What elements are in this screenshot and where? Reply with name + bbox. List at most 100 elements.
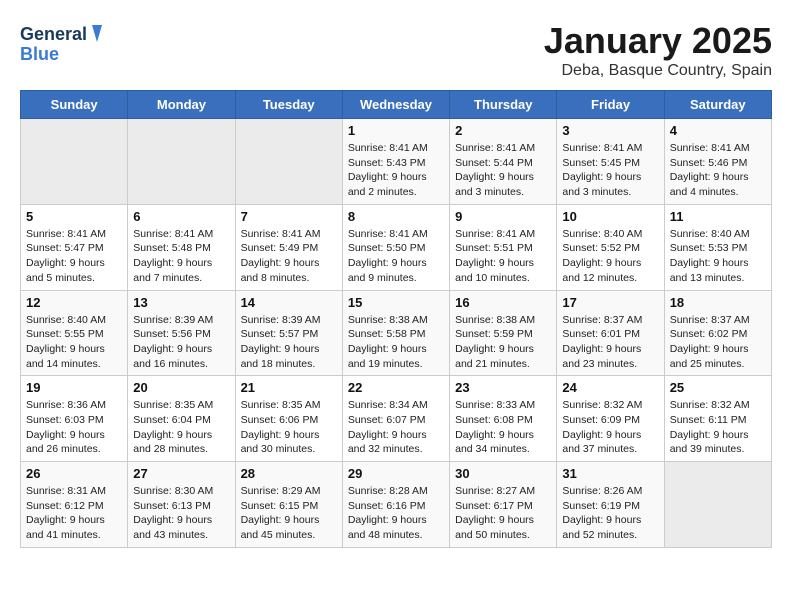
day-number: 20 — [133, 380, 229, 395]
calendar-cell: 19 Sunrise: 8:36 AM Sunset: 6:03 PM Dayli… — [21, 376, 128, 462]
calendar-cell: 3Sunrise: 8:41 AM Sunset: 5:45 PM Daylig… — [557, 119, 664, 205]
day-number: 30 — [455, 466, 551, 481]
calendar-cell: 7 Sunrise: 8:41 AM Sunset: 5:49 PM Daylig… — [235, 204, 342, 290]
day-number: 7 — [241, 209, 337, 224]
day-info: Sunrise: 8:26 AM Sunset: 6:19 PM Dayligh… — [562, 484, 658, 543]
day-number: 13 — [133, 295, 229, 310]
day-number: 9 — [455, 209, 551, 224]
day-number: 12 — [26, 295, 122, 310]
day-info: Sunrise: 8:37 AM Sunset: 6:01 PM Dayligh… — [562, 313, 658, 372]
day-info: Sunrise: 8:40 AM Sunset: 5:55 PM Dayligh… — [26, 313, 122, 372]
day-info: Sunrise: 8:41 AM Sunset: 5:50 PM Dayligh… — [348, 227, 444, 286]
day-number: 25 — [670, 380, 766, 395]
calendar-cell: 13 Sunrise: 8:39 AM Sunset: 5:56 PM Dayli… — [128, 290, 235, 376]
svg-text:General: General — [20, 24, 87, 44]
day-info: Sunrise: 8:41 AM Sunset: 5:45 PM Dayligh… — [562, 141, 658, 200]
day-number: 6 — [133, 209, 229, 224]
day-header-wednesday: Wednesday — [342, 91, 449, 119]
day-number: 14 — [241, 295, 337, 310]
calendar-cell: 6 Sunrise: 8:41 AM Sunset: 5:48 PM Daylig… — [128, 204, 235, 290]
day-info: Sunrise: 8:37 AM Sunset: 6:02 PM Dayligh… — [670, 313, 766, 372]
calendar-cell: 15 Sunrise: 8:38 AM Sunset: 5:58 PM Dayli… — [342, 290, 449, 376]
calendar-cell: 27Sunrise: 8:30 AM Sunset: 6:13 PM Dayli… — [128, 462, 235, 548]
day-number: 17 — [562, 295, 658, 310]
calendar-cell: 4 Sunrise: 8:41 AM Sunset: 5:46 PM Daylig… — [664, 119, 771, 205]
logo-svg: GeneralBlue — [20, 20, 110, 64]
day-info: Sunrise: 8:30 AM Sunset: 6:13 PM Dayligh… — [133, 484, 229, 543]
day-number: 31 — [562, 466, 658, 481]
day-info: Sunrise: 8:28 AM Sunset: 6:16 PM Dayligh… — [348, 484, 444, 543]
day-number: 26 — [26, 466, 122, 481]
day-header-tuesday: Tuesday — [235, 91, 342, 119]
calendar-cell — [21, 119, 128, 205]
day-info: Sunrise: 8:39 AM Sunset: 5:57 PM Dayligh… — [241, 313, 337, 372]
day-header-sunday: Sunday — [21, 91, 128, 119]
day-info: Sunrise: 8:38 AM Sunset: 5:58 PM Dayligh… — [348, 313, 444, 372]
day-info: Sunrise: 8:41 AM Sunset: 5:46 PM Dayligh… — [670, 141, 766, 200]
calendar-cell: 28Sunrise: 8:29 AM Sunset: 6:15 PM Dayli… — [235, 462, 342, 548]
day-info: Sunrise: 8:31 AM Sunset: 6:12 PM Dayligh… — [26, 484, 122, 543]
day-info: Sunrise: 8:27 AM Sunset: 6:17 PM Dayligh… — [455, 484, 551, 543]
day-number: 8 — [348, 209, 444, 224]
calendar-cell: 31 Sunrise: 8:26 AM Sunset: 6:19 PM Dayli… — [557, 462, 664, 548]
logo: GeneralBlue — [20, 20, 110, 64]
day-header-monday: Monday — [128, 91, 235, 119]
calendar-table: SundayMondayTuesdayWednesdayThursdayFrid… — [20, 90, 772, 548]
day-info: Sunrise: 8:32 AM Sunset: 6:09 PM Dayligh… — [562, 398, 658, 457]
svg-text:Blue: Blue — [20, 44, 59, 64]
day-info: Sunrise: 8:32 AM Sunset: 6:11 PM Dayligh… — [670, 398, 766, 457]
calendar-cell: 10 Sunrise: 8:40 AM Sunset: 5:52 PM Dayli… — [557, 204, 664, 290]
day-info: Sunrise: 8:36 AM Sunset: 6:03 PM Dayligh… — [26, 398, 122, 457]
calendar-cell: 22Sunrise: 8:34 AM Sunset: 6:07 PM Dayli… — [342, 376, 449, 462]
week-row-3: 12 Sunrise: 8:40 AM Sunset: 5:55 PM Dayli… — [21, 290, 772, 376]
calendar-cell: 8 Sunrise: 8:41 AM Sunset: 5:50 PM Daylig… — [342, 204, 449, 290]
calendar-cell: 14 Sunrise: 8:39 AM Sunset: 5:57 PM Dayli… — [235, 290, 342, 376]
day-header-saturday: Saturday — [664, 91, 771, 119]
day-info: Sunrise: 8:41 AM Sunset: 5:49 PM Dayligh… — [241, 227, 337, 286]
day-header-friday: Friday — [557, 91, 664, 119]
calendar-cell: 25 Sunrise: 8:32 AM Sunset: 6:11 PM Dayli… — [664, 376, 771, 462]
day-number: 29 — [348, 466, 444, 481]
calendar-cell: 26 Sunrise: 8:31 AM Sunset: 6:12 PM Dayli… — [21, 462, 128, 548]
week-row-1: 1Sunrise: 8:41 AM Sunset: 5:43 PM Daylig… — [21, 119, 772, 205]
day-number: 28 — [241, 466, 337, 481]
calendar-cell: 29 Sunrise: 8:28 AM Sunset: 6:16 PM Dayli… — [342, 462, 449, 548]
day-number: 23 — [455, 380, 551, 395]
day-info: Sunrise: 8:41 AM Sunset: 5:47 PM Dayligh… — [26, 227, 122, 286]
day-number: 2 — [455, 123, 551, 138]
calendar-cell: 23 Sunrise: 8:33 AM Sunset: 6:08 PM Dayli… — [450, 376, 557, 462]
week-row-2: 5 Sunrise: 8:41 AM Sunset: 5:47 PM Daylig… — [21, 204, 772, 290]
day-info: Sunrise: 8:35 AM Sunset: 6:06 PM Dayligh… — [241, 398, 337, 457]
day-number: 19 — [26, 380, 122, 395]
week-row-5: 26 Sunrise: 8:31 AM Sunset: 6:12 PM Dayli… — [21, 462, 772, 548]
day-info: Sunrise: 8:33 AM Sunset: 6:08 PM Dayligh… — [455, 398, 551, 457]
calendar-cell: 21Sunrise: 8:35 AM Sunset: 6:06 PM Dayli… — [235, 376, 342, 462]
week-row-4: 19 Sunrise: 8:36 AM Sunset: 6:03 PM Dayli… — [21, 376, 772, 462]
day-number: 5 — [26, 209, 122, 224]
day-number: 4 — [670, 123, 766, 138]
calendar-cell: 2 Sunrise: 8:41 AM Sunset: 5:44 PM Daylig… — [450, 119, 557, 205]
day-info: Sunrise: 8:38 AM Sunset: 5:59 PM Dayligh… — [455, 313, 551, 372]
day-info: Sunrise: 8:40 AM Sunset: 5:52 PM Dayligh… — [562, 227, 658, 286]
calendar-cell — [235, 119, 342, 205]
day-number: 18 — [670, 295, 766, 310]
calendar-title: January 2025 — [544, 20, 772, 62]
day-number: 1 — [348, 123, 444, 138]
calendar-subtitle: Deba, Basque Country, Spain — [544, 62, 772, 80]
calendar-cell: 24Sunrise: 8:32 AM Sunset: 6:09 PM Dayli… — [557, 376, 664, 462]
calendar-cell — [128, 119, 235, 205]
calendar-cell — [664, 462, 771, 548]
day-number: 15 — [348, 295, 444, 310]
day-number: 10 — [562, 209, 658, 224]
day-header-thursday: Thursday — [450, 91, 557, 119]
day-info: Sunrise: 8:41 AM Sunset: 5:44 PM Dayligh… — [455, 141, 551, 200]
day-info: Sunrise: 8:40 AM Sunset: 5:53 PM Dayligh… — [670, 227, 766, 286]
calendar-cell: 1Sunrise: 8:41 AM Sunset: 5:43 PM Daylig… — [342, 119, 449, 205]
day-number: 22 — [348, 380, 444, 395]
day-info: Sunrise: 8:41 AM Sunset: 5:48 PM Dayligh… — [133, 227, 229, 286]
day-info: Sunrise: 8:39 AM Sunset: 5:56 PM Dayligh… — [133, 313, 229, 372]
title-area: January 2025 Deba, Basque Country, Spain — [544, 20, 772, 80]
calendar-cell: 5 Sunrise: 8:41 AM Sunset: 5:47 PM Daylig… — [21, 204, 128, 290]
day-number: 16 — [455, 295, 551, 310]
calendar-cell: 9Sunrise: 8:41 AM Sunset: 5:51 PM Daylig… — [450, 204, 557, 290]
